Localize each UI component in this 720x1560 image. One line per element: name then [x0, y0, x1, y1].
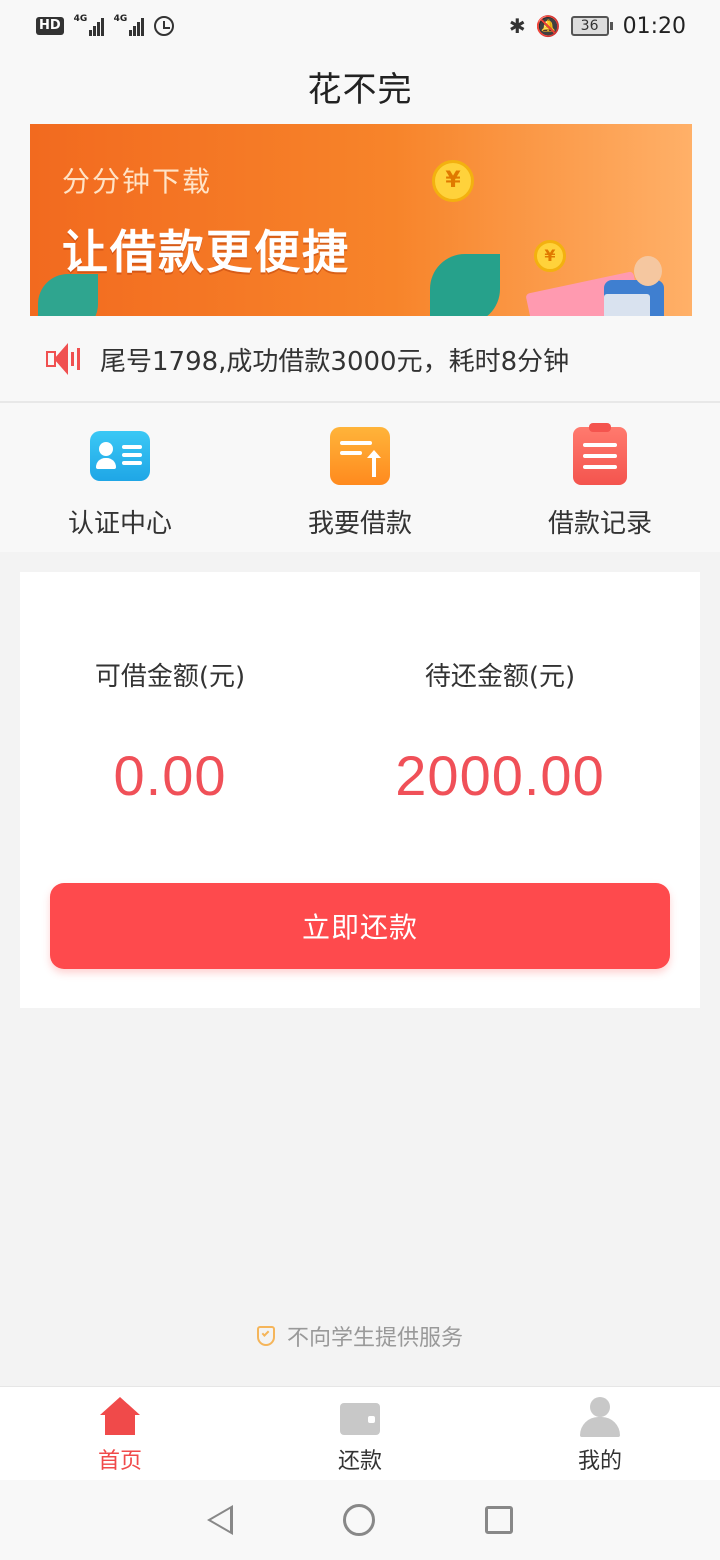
bottom-tab-bar: 首页 还款 我的	[0, 1386, 720, 1480]
system-navigation-bar	[0, 1480, 720, 1560]
signal-icon: 4G	[114, 14, 144, 36]
banner-subtitle: 分分钟下载	[62, 165, 213, 198]
person-head-illustration	[634, 256, 662, 286]
battery-level: 36	[570, 16, 609, 36]
leaf-illustration	[38, 274, 98, 316]
borrow-icon	[330, 427, 390, 485]
footer-note: 不向学生提供服务	[0, 1318, 720, 1354]
status-right: ✱ 🔕 36 01:20	[509, 14, 686, 39]
pending-amount-value: 2000.00	[395, 744, 605, 807]
menu-item-label: 认证中心	[67, 509, 172, 539]
signal-icon: 4G	[74, 14, 104, 36]
banner-headline: 让借款更便捷	[62, 225, 350, 279]
home-circle-icon[interactable]	[343, 1504, 375, 1536]
footer-note-text: 不向学生提供服务	[286, 1326, 463, 1351]
hd-icon: HD	[36, 17, 64, 35]
notice-bar: 尾号1798,成功借款3000元，耗时8分钟	[0, 316, 720, 402]
notice-text: 尾号1798,成功借款3000元，耗时8分钟	[100, 346, 570, 377]
shield-icon	[256, 1326, 275, 1346]
tab-label: 我的	[577, 1449, 622, 1474]
status-bar: HD 4G 4G ✱ 🔕 36 01:20	[0, 0, 720, 52]
alarm-icon	[153, 16, 174, 36]
available-amount: 可借金额(元) 0.00	[20, 656, 320, 808]
recent-apps-icon[interactable]	[485, 1506, 513, 1534]
promo-banner[interactable]: 分分钟下载 让借款更便捷 ¥ ¥	[30, 124, 692, 316]
pending-amount-label: 待还金额(元)	[424, 662, 576, 692]
leaf-illustration	[430, 254, 500, 316]
quick-menu: 认证中心 我要借款 借款记录	[0, 403, 720, 552]
record-icon	[573, 423, 627, 485]
tab-mine[interactable]: 我的	[480, 1387, 720, 1480]
tab-repay[interactable]: 还款	[240, 1387, 480, 1480]
pending-amount: 待还金额(元) 2000.00	[350, 656, 650, 808]
repay-now-button[interactable]: 立即还款	[50, 883, 670, 969]
tab-home[interactable]: 首页	[0, 1387, 240, 1480]
tab-label: 还款	[337, 1449, 382, 1474]
available-amount-value: 0.00	[113, 744, 227, 807]
menu-item-loan-records[interactable]: 借款记录	[480, 403, 720, 552]
menu-item-label: 我要借款	[307, 509, 412, 539]
speaker-icon	[44, 342, 80, 376]
app-header: 花不完	[0, 52, 720, 124]
bluetooth-icon: ✱	[508, 14, 526, 38]
status-left: HD 4G 4G	[36, 14, 174, 36]
page-title: 花不完	[307, 70, 413, 110]
available-amount-label: 可借金额(元)	[94, 662, 246, 692]
laptop-illustration	[604, 294, 650, 316]
wallet-icon	[340, 1397, 380, 1437]
home-icon	[100, 1397, 140, 1437]
id-card-icon	[90, 431, 150, 481]
menu-item-label: 借款记录	[547, 509, 652, 539]
menu-item-verification-center[interactable]: 认证中心	[0, 403, 240, 552]
coin-icon: ¥	[432, 160, 474, 202]
mute-bell-icon: 🔕	[535, 14, 561, 38]
tab-label: 首页	[97, 1449, 142, 1474]
battery-icon: 36	[570, 16, 613, 36]
user-icon	[580, 1397, 620, 1437]
back-icon[interactable]	[207, 1505, 233, 1535]
amount-card: 可借金额(元) 0.00 待还金额(元) 2000.00 立即还款	[20, 572, 700, 1008]
clock: 01:20	[622, 13, 686, 39]
menu-item-borrow[interactable]: 我要借款	[240, 403, 480, 552]
coin-icon: ¥	[534, 240, 566, 272]
